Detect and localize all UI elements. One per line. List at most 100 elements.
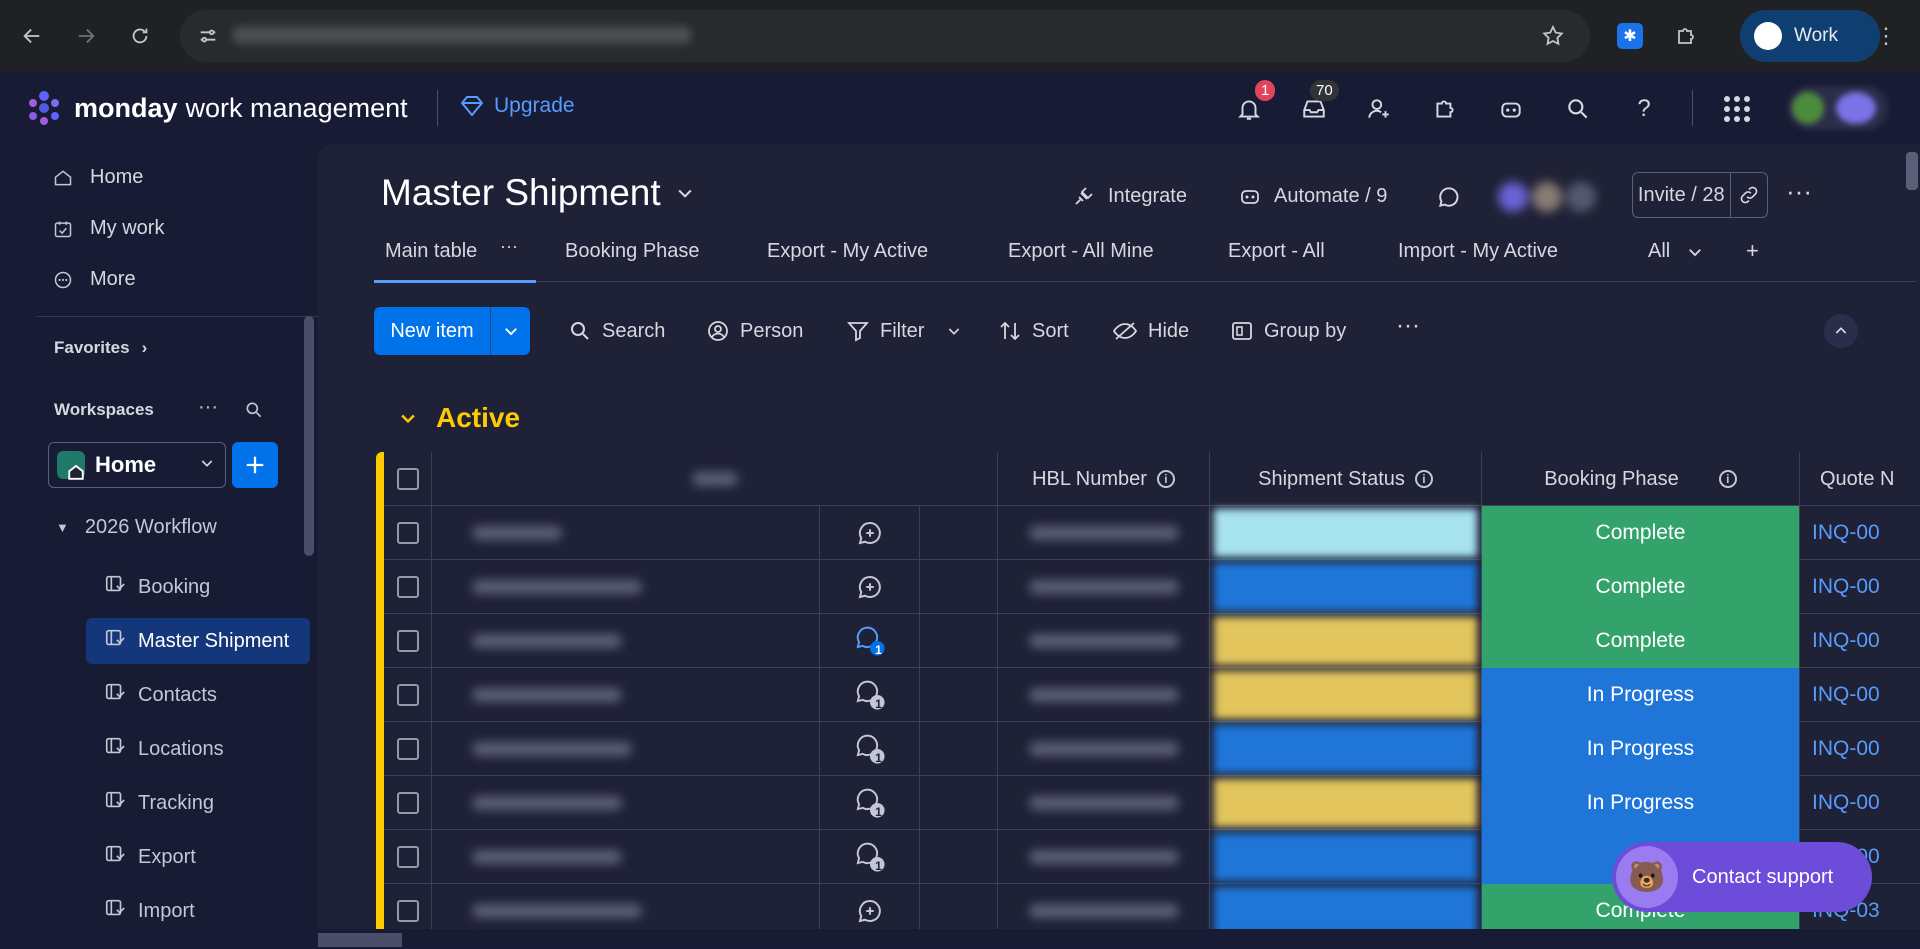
quote-number-cell[interactable]: INQ-00	[1800, 614, 1920, 668]
tab-options-icon[interactable]: ···	[500, 236, 518, 257]
item-name-cell[interactable]	[432, 776, 820, 830]
shipment-status-cell[interactable]	[1210, 722, 1482, 776]
apps-puzzle-icon[interactable]	[1428, 92, 1462, 126]
updates-cell[interactable]: 1	[820, 776, 920, 830]
hbl-number-cell[interactable]	[998, 560, 1210, 614]
booking-phase-cell[interactable]: In Progress	[1482, 668, 1800, 722]
tab-export-all-mine[interactable]: Export - All Mine	[1008, 240, 1154, 263]
horizontal-scroll-thumb[interactable]	[318, 933, 402, 947]
favorites-header[interactable]: Favorites ›	[54, 338, 147, 358]
tab-all-dropdown[interactable]: All	[1648, 240, 1704, 263]
shipment-status-cell[interactable]	[1210, 560, 1482, 614]
item-name-cell[interactable]	[432, 722, 820, 776]
row-checkbox[interactable]	[384, 776, 432, 830]
new-item-dropdown-icon[interactable]	[490, 307, 530, 355]
sidebar-board-contacts[interactable]: Contacts	[86, 672, 310, 718]
booking-phase-cell[interactable]: In Progress	[1482, 722, 1800, 776]
search-icon[interactable]	[1561, 92, 1595, 126]
item-name-cell[interactable]	[432, 668, 820, 722]
add-view-icon[interactable]: +	[1746, 238, 1759, 264]
help-icon[interactable]: ?	[1627, 92, 1661, 126]
collapse-header-button[interactable]	[1824, 314, 1858, 348]
quote-number-link[interactable]: INQ-00	[1812, 629, 1880, 653]
quote-number-cell[interactable]: INQ-00	[1800, 722, 1920, 776]
updates-cell[interactable]: 1	[820, 722, 920, 776]
column-header-shipment-status[interactable]: Shipment Status i	[1210, 452, 1482, 506]
folder-2026-workflow[interactable]: ▼ 2026 Workflow	[56, 516, 217, 539]
tab-export-my-active[interactable]: Export - My Active	[767, 240, 928, 263]
reload-icon[interactable]	[122, 18, 158, 54]
toolbar-more-icon[interactable]: ···	[1396, 312, 1420, 340]
hide-button[interactable]: Hide	[1112, 307, 1189, 355]
row-checkbox[interactable]	[384, 830, 432, 884]
booking-phase-cell[interactable]: Complete	[1482, 614, 1800, 668]
tab-import-my-active[interactable]: Import - My Active	[1398, 240, 1558, 263]
quote-number-cell[interactable]: INQ-00	[1800, 776, 1920, 830]
hbl-number-cell[interactable]	[998, 776, 1210, 830]
quote-number-cell[interactable]: INQ-00	[1800, 506, 1920, 560]
item-name-cell[interactable]	[432, 830, 820, 884]
sidebar-item-more[interactable]: More	[52, 268, 136, 291]
quote-number-link[interactable]: INQ-00	[1812, 737, 1880, 761]
ai-robot-icon[interactable]	[1494, 92, 1528, 126]
item-column-header[interactable]	[432, 452, 998, 506]
sidebar-board-booking[interactable]: Booking	[86, 564, 310, 610]
table-row[interactable]: Complete INQ-00	[384, 560, 1920, 614]
updates-icon[interactable]	[1436, 184, 1462, 215]
horizontal-scrollbar[interactable]	[318, 929, 1920, 949]
workspace-options-icon[interactable]: ···	[198, 396, 218, 419]
tab-export-all[interactable]: Export - All	[1228, 240, 1325, 263]
person-filter-button[interactable]: Person	[706, 307, 803, 355]
item-name-cell[interactable]	[432, 614, 820, 668]
hbl-number-cell[interactable]	[998, 830, 1210, 884]
column-header-hbl-number[interactable]: HBL Number i	[998, 452, 1210, 506]
sidebar-board-master-shipment[interactable]: Master Shipment	[86, 618, 310, 664]
info-icon[interactable]: i	[1156, 470, 1175, 488]
updates-cell[interactable]	[820, 560, 920, 614]
contact-support-button[interactable]: 🐻 Contact support	[1612, 842, 1872, 912]
column-header-quote[interactable]: Quote N	[1800, 452, 1920, 506]
sidebar-item-my-work[interactable]: My work	[52, 217, 164, 240]
booking-phase-cell[interactable]: Complete	[1482, 560, 1800, 614]
sidebar-board-tracking[interactable]: Tracking	[86, 780, 310, 826]
extension-icon[interactable]: ✱	[1612, 18, 1648, 54]
invite-button[interactable]: Invite / 28	[1632, 172, 1768, 218]
hbl-number-cell[interactable]	[998, 614, 1210, 668]
sidebar-board-import[interactable]: Import	[86, 888, 310, 934]
quote-number-link[interactable]: INQ-00	[1812, 521, 1880, 545]
site-info-icon[interactable]	[190, 18, 226, 54]
search-button[interactable]: Search	[568, 307, 665, 355]
shipment-status-cell[interactable]	[1210, 776, 1482, 830]
quote-number-cell[interactable]: INQ-00	[1800, 668, 1920, 722]
sort-button[interactable]: Sort	[998, 307, 1069, 355]
invite-member-icon[interactable]	[1362, 92, 1396, 126]
quote-number-cell[interactable]: INQ-00	[1800, 560, 1920, 614]
table-row[interactable]: 1 In Progress INQ-00	[384, 668, 1920, 722]
row-checkbox[interactable]	[384, 668, 432, 722]
sidebar-board-locations[interactable]: Locations	[86, 726, 310, 772]
quote-number-link[interactable]: INQ-00	[1812, 791, 1880, 815]
info-icon[interactable]: i	[1718, 470, 1737, 488]
account-avatar[interactable]	[1788, 86, 1888, 130]
shipment-status-cell[interactable]	[1210, 506, 1482, 560]
info-icon[interactable]: i	[1414, 470, 1433, 488]
select-all-checkbox[interactable]	[384, 452, 432, 506]
row-checkbox[interactable]	[384, 560, 432, 614]
hbl-number-cell[interactable]	[998, 722, 1210, 776]
booking-phase-cell[interactable]: Complete	[1482, 506, 1800, 560]
updates-cell[interactable]: 1	[820, 830, 920, 884]
group-by-button[interactable]: Group by	[1230, 307, 1346, 355]
workspace-selector[interactable]: Home	[48, 442, 226, 488]
back-icon[interactable]	[14, 18, 50, 54]
item-name-cell[interactable]	[432, 506, 820, 560]
page-scrollbar[interactable]	[1906, 152, 1918, 190]
updates-cell[interactable]: 1	[820, 668, 920, 722]
integrate-button[interactable]: Integrate	[1072, 184, 1187, 208]
hbl-number-cell[interactable]	[998, 506, 1210, 560]
profile-button[interactable]: Work	[1740, 10, 1880, 62]
sidebar-scrollbar[interactable]	[304, 316, 314, 556]
brand-logo[interactable]: monday work management	[24, 88, 408, 128]
forward-icon[interactable]	[68, 18, 104, 54]
tab-main-table[interactable]: Main table	[385, 240, 477, 263]
puzzle-icon[interactable]	[1668, 18, 1704, 54]
